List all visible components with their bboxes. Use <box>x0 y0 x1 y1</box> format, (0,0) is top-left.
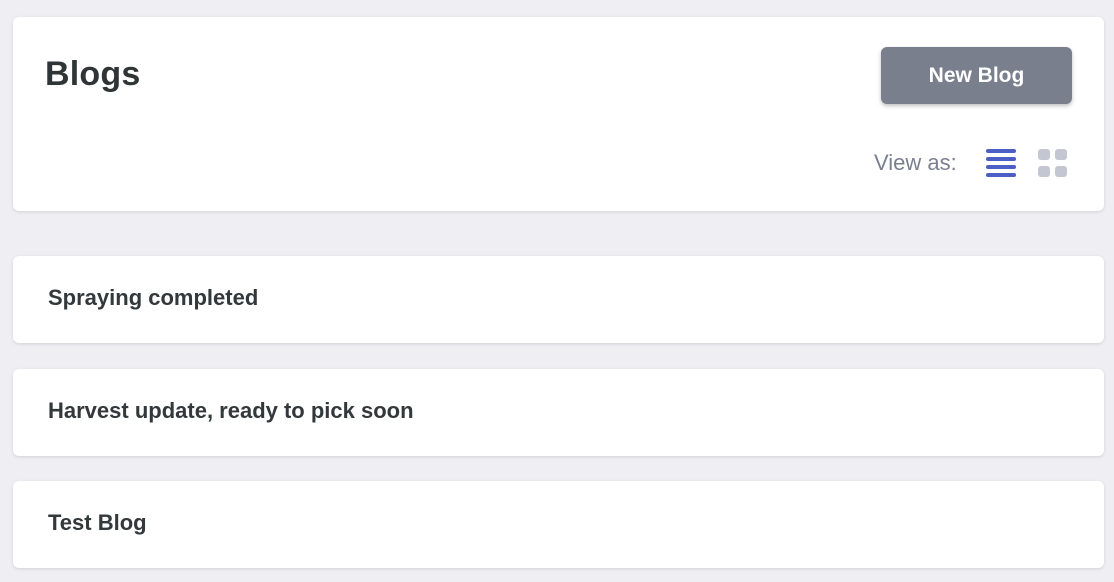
page-title: Blogs <box>45 55 141 93</box>
blogs-header-card: Blogs New Blog View as: <box>13 17 1104 211</box>
grid-view-icon[interactable] <box>1037 147 1069 179</box>
blog-title: Harvest update, ready to pick soon <box>48 398 414 423</box>
blog-title: Spraying completed <box>48 285 259 310</box>
blog-title: Test Blog <box>48 510 147 535</box>
blog-list-item[interactable]: Spraying completed <box>13 256 1104 343</box>
list-view-icon[interactable] <box>985 147 1017 179</box>
view-as-label: View as: <box>874 150 957 175</box>
blog-list-item[interactable]: Harvest update, ready to pick soon <box>13 369 1104 456</box>
new-blog-button[interactable]: New Blog <box>881 47 1072 104</box>
blog-list-item[interactable]: Test Blog <box>13 481 1104 568</box>
